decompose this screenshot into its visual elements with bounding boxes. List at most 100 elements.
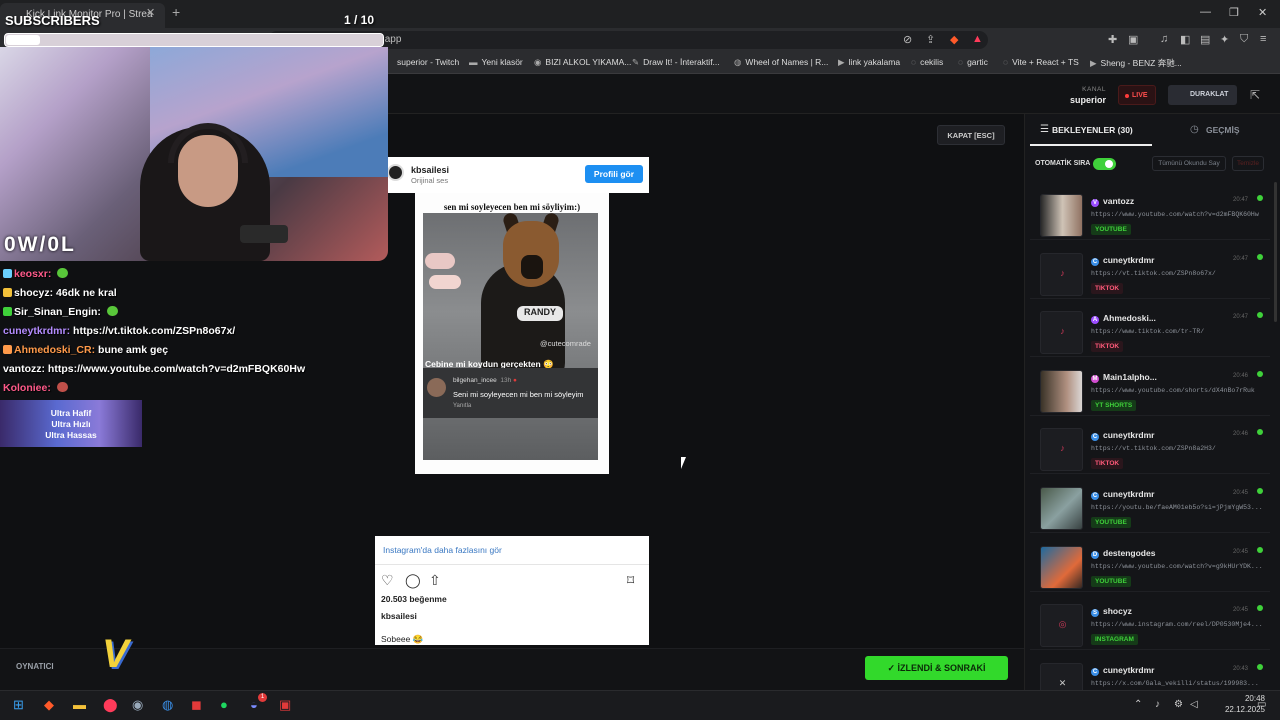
ai-icon[interactable]: ✦ xyxy=(1220,33,1229,46)
queue-url[interactable]: https://youtu.be/faeAM01eb5o?si=jPjmYgW5… xyxy=(1091,504,1263,511)
tiktok-icon: ♪ xyxy=(1060,443,1065,454)
mark-all-read-button[interactable]: Tümünü Okundu Say xyxy=(1152,156,1226,171)
discord-icon[interactable]: ◒ xyxy=(250,697,258,712)
extensions-icon[interactable]: ✚ xyxy=(1108,33,1117,46)
music-icon[interactable]: ♫ xyxy=(1160,33,1168,45)
x-logo-icon: ✕ xyxy=(1058,677,1067,688)
share-icon[interactable]: ⇧ xyxy=(429,572,441,589)
video-frame[interactable]: sen mi soyleyecen ben mi söyliyim:) RAND… xyxy=(415,193,609,474)
folder-icon: ▬ xyxy=(469,57,478,67)
bookmark-item[interactable]: ◌ cekilis xyxy=(911,57,943,67)
app-icon[interactable]: ▣ xyxy=(279,697,291,713)
share-icon[interactable]: ⇪ xyxy=(926,33,935,46)
app-icon[interactable]: ◍ xyxy=(162,697,173,713)
bookmark-item[interactable]: ▶ link yakalama xyxy=(838,57,900,68)
queue-url[interactable]: https://vt.tiktok.com/ZSPn8a2H3/ xyxy=(1091,445,1263,452)
bookmark-item[interactable]: ◍ Wheel of Names | R... xyxy=(734,57,828,68)
close-button[interactable]: KAPAT [ESC] xyxy=(937,125,1005,145)
bookmark-item[interactable]: ✎ Draw It! - İnteraktif... xyxy=(632,57,720,68)
view-more-link[interactable]: Instagram'da daha fazlasını gör xyxy=(383,545,502,555)
queue-url[interactable]: https://x.com/Gala_vekilli/status/199983… xyxy=(1091,680,1263,687)
video-watermark: @cutecomrade xyxy=(540,339,591,348)
minimize-icon[interactable]: — xyxy=(1200,6,1211,18)
steam-icon[interactable]: ◉ xyxy=(132,697,143,713)
bookmark-item[interactable]: superior - Twitch xyxy=(393,57,459,67)
post-owner[interactable]: kbsailesi xyxy=(381,611,417,621)
chat-username: Ahmedoski_CR: xyxy=(14,344,96,356)
bookmark-label: Vite + React + TS xyxy=(1012,57,1079,67)
queue-item[interactable]: Ddestengodes 20:45 https://www.youtube.com… xyxy=(1030,534,1270,592)
post-caption: Sobeee 😂 xyxy=(381,634,424,644)
maps-icon[interactable]: ⬤ xyxy=(103,697,118,713)
queue-item[interactable]: ♪ Ccuneytkrdmr 20:47 https://vt.tiktok.com/… xyxy=(1030,241,1270,299)
queue-url[interactable]: https://www.instagram.com/reel/DP0530Mje… xyxy=(1091,621,1263,628)
pause-button[interactable]: DURAKLAT xyxy=(1168,85,1237,105)
bookmark-item[interactable]: ▶ Sheng - BENZ 奔驰... xyxy=(1090,57,1182,69)
menu-icon[interactable]: ≡ xyxy=(1260,33,1266,45)
username-text: cuneytkrdmr xyxy=(1103,430,1155,441)
close-window-icon[interactable]: ✕ xyxy=(1258,6,1267,19)
brave-shield-icon[interactable]: ◆ xyxy=(950,33,958,46)
hide-icon[interactable]: ⊘ xyxy=(903,33,912,46)
thumbnail-image xyxy=(1041,370,1082,412)
view-profile-button[interactable]: Profili gör xyxy=(585,165,643,183)
chat-username: Sir_Sinan_Engin: xyxy=(14,306,101,318)
queue-item[interactable]: ◎ Sshocyz 20:45 https://www.instagram.com/r… xyxy=(1030,592,1270,651)
queue-url[interactable]: https://vt.tiktok.com/ZSPn8o67x/ xyxy=(1091,270,1263,277)
queue-url[interactable]: https://www.youtube.com/watch?v=d2mFBQK6… xyxy=(1091,211,1263,218)
bookmark-label: Sheng - BENZ 奔驰... xyxy=(1100,58,1182,68)
queue-time: 20:46 xyxy=(1233,372,1249,379)
maximize-icon[interactable]: ❐ xyxy=(1229,6,1239,19)
chat-text: 46dk ne kral xyxy=(56,287,117,299)
folder-icon[interactable]: ▬ xyxy=(73,697,86,712)
sidebar-icon[interactable]: ◧ xyxy=(1180,33,1190,46)
queue-item[interactable]: ✕ Ccuneytkrdmr 20:43 https://x.com/Gala_vek… xyxy=(1030,651,1270,690)
tab-history[interactable]: GEÇMİŞ xyxy=(1158,114,1274,146)
chevron-up-icon[interactable]: ⌃ xyxy=(1134,699,1142,710)
scrollbar[interactable] xyxy=(1274,182,1277,322)
wallet-icon[interactable]: ▤ xyxy=(1200,33,1210,46)
queue-item[interactable]: ♪ Ccuneytkrdmr 20:46 https://vt.tiktok.com/… xyxy=(1030,416,1270,475)
chat-message: keosxr: xyxy=(3,268,69,280)
avatar[interactable] xyxy=(387,164,404,181)
queue-item[interactable]: Ccuneytkrdmr 20:45 https://youtu.be/faeAM0… xyxy=(1030,475,1270,533)
brave-icon[interactable]: ◆ xyxy=(44,697,54,713)
queue-url[interactable]: https://www.youtube.com/shorts/dX4nBo7rR… xyxy=(1091,387,1263,394)
queue-item[interactable]: ♪ A Ahmedoski... 20:47 https://www.tiktok.co… xyxy=(1030,299,1270,358)
close-tab-icon[interactable]: ✕ xyxy=(146,6,155,19)
vpn-icon[interactable]: ⛉ xyxy=(1240,33,1248,46)
watched-next-button[interactable]: ✓ İZLENDİ & SONRAKİ xyxy=(865,656,1008,680)
embed-username[interactable]: kbsailesi xyxy=(411,165,449,175)
clear-button[interactable]: Temizle xyxy=(1232,156,1264,171)
burger-icon: ◉ xyxy=(534,57,542,67)
rewards-icon[interactable]: ▲ xyxy=(972,33,983,45)
ad-line: Ultra Hızlı xyxy=(51,419,91,429)
spotify-icon[interactable]: ● xyxy=(220,697,228,712)
tab-waiting[interactable]: BEKLEYENLER (30) xyxy=(1030,114,1152,146)
queue-url[interactable]: https://www.tiktok.com/tr-TR/ xyxy=(1091,328,1263,335)
heart-icon[interactable]: ♡ xyxy=(381,572,394,589)
live-button[interactable]: LIVE xyxy=(1118,85,1156,105)
bookmark-item[interactable]: ◌ gartic xyxy=(958,57,988,67)
new-tab-icon[interactable]: + xyxy=(172,4,180,20)
queue-url[interactable]: https://www.youtube.com/watch?v=g9kHUrYD… xyxy=(1091,563,1263,570)
external-link-icon[interactable]: ⇱ xyxy=(1250,88,1260,102)
bookmark-item[interactable]: ◌ Vite + React + TS xyxy=(1003,57,1079,67)
app-icon[interactable]: ◼ xyxy=(191,697,202,713)
comment-icon[interactable]: ◯ xyxy=(405,572,421,589)
bookmark-icon[interactable]: ⌑ xyxy=(627,572,634,589)
screenshot-icon[interactable]: ▣ xyxy=(1128,33,1138,46)
bookmark-item[interactable]: ◉ BIZI ALKOL YIKAMA... xyxy=(534,57,631,68)
chat-message: vantozz: https://www.youtube.com/watch?v… xyxy=(3,363,305,375)
notification-icon[interactable]: ▭ xyxy=(1257,699,1266,710)
speaker-icon[interactable]: ◁ xyxy=(1190,699,1198,710)
queue-item[interactable]: Vvantozz 20:47 https://www.youtube.com/wat… xyxy=(1030,182,1270,240)
youtube-icon: ▶ xyxy=(1090,58,1097,68)
queue-item[interactable]: M Main1alpho... 20:46 https://www.youtube.c… xyxy=(1030,358,1270,416)
volume-mixer-icon[interactable]: ⚙ xyxy=(1174,699,1183,710)
mic-icon[interactable]: ♪ xyxy=(1155,699,1160,710)
status-dot xyxy=(1257,195,1263,201)
chat-username: shocyz: xyxy=(14,287,54,299)
windows-start-icon[interactable]: ⊞ xyxy=(13,697,24,713)
bookmark-item[interactable]: ▬ Yeni klasör xyxy=(469,57,523,67)
